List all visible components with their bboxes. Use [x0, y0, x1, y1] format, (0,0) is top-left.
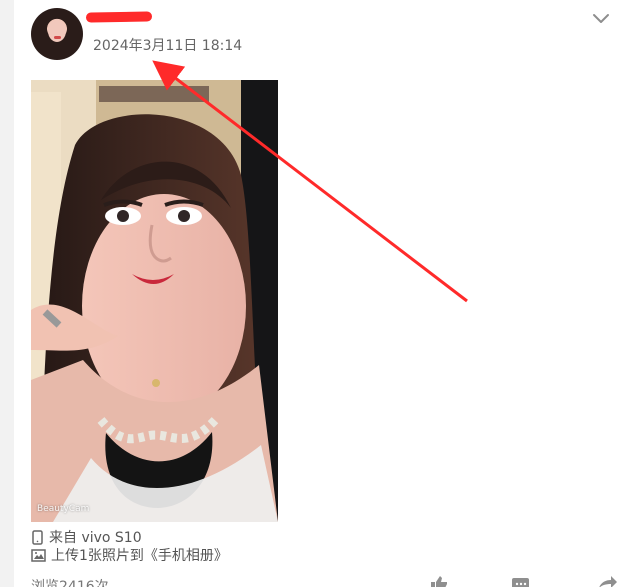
upload-info: 上传1张照片到《手机相册》	[31, 545, 228, 565]
left-border	[0, 0, 14, 587]
share-icon	[599, 576, 617, 587]
image-icon	[31, 548, 46, 562]
portrait-image	[31, 80, 278, 522]
like-button[interactable]	[428, 576, 450, 587]
device-text: 来自 vivo S10	[49, 530, 142, 546]
collapse-button[interactable]	[591, 8, 611, 28]
post-photo[interactable]: BeautyCam	[31, 80, 278, 522]
post-time: 2024年3月11日 18:14	[93, 38, 243, 54]
chevron-down-icon	[593, 14, 609, 23]
view-count: 浏览2416次	[31, 579, 109, 587]
redacted-username	[85, 11, 153, 23]
image-watermark: BeautyCam	[37, 504, 90, 514]
comment-icon	[512, 578, 529, 587]
avatar-lips	[54, 36, 61, 39]
thumbs-up-icon	[431, 576, 447, 587]
device-info: 来自 vivo S10	[31, 527, 142, 547]
avatar[interactable]	[31, 8, 83, 60]
post-card: 2024年3月11日 18:14 BeautyCam 来自 vivo S10 上…	[0, 0, 621, 587]
share-button[interactable]	[596, 576, 618, 587]
upload-text[interactable]: 上传1张照片到《手机相册》	[51, 545, 228, 565]
comment-button[interactable]	[510, 576, 532, 587]
phone-icon	[31, 529, 44, 545]
